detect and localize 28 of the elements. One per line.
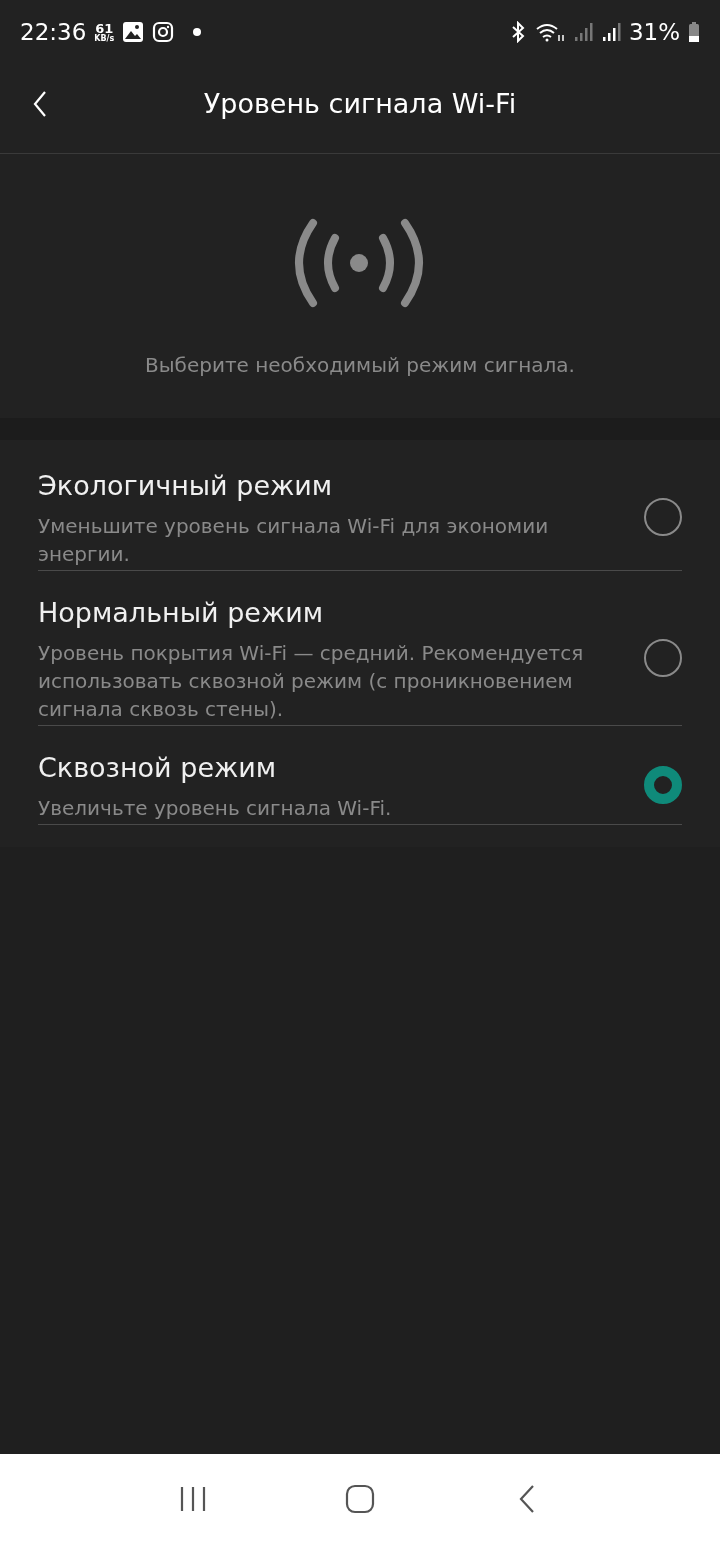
- radio-button[interactable]: [644, 766, 682, 804]
- home-icon: [345, 1484, 375, 1514]
- camera-app-icon: [152, 21, 175, 43]
- mode-option[interactable]: Нормальный режим Уровень покрытия Wi-Fi — средний. Рекомендуется использовать сквозной режим (с проникновением сигнала сквозь стены).: [38, 593, 682, 726]
- mode-option[interactable]: Сквозной режим Увеличьте уровень сигнала Wi-Fi.: [38, 748, 682, 825]
- back-icon: [517, 1484, 536, 1514]
- speed-unit: KB/s: [94, 34, 115, 43]
- mode-title: Экологичный режим: [38, 469, 334, 503]
- status-time: 22:36: [20, 17, 87, 47]
- battery-percent: 31%: [628, 17, 680, 47]
- gallery-icon: [122, 21, 145, 43]
- radio-button[interactable]: [644, 639, 682, 677]
- hint-text: Выберите необходимый режим сигнала.: [145, 352, 575, 379]
- mode-option[interactable]: Экологичный режим Уменьшите уровень сигнала Wi-Fi для экономии энергии.: [38, 466, 682, 571]
- mode-description: Уменьшите уровень сигнала Wi-Fi для экономии энергии.: [38, 513, 550, 568]
- signal-icon: [600, 21, 621, 43]
- mode-description: Увеличьте уровень сигнала Wi-Fi.: [38, 795, 393, 822]
- speed-value: 61: [95, 21, 114, 35]
- dot-icon: [192, 27, 203, 37]
- radio-button[interactable]: [644, 498, 682, 536]
- mode-title: Сквозной режим: [38, 751, 278, 785]
- back-icon: [32, 90, 48, 118]
- battery-icon: [688, 21, 700, 43]
- signal-icon: [572, 21, 593, 43]
- wifi-icon: [534, 21, 565, 43]
- page-title: Уровень сигнала Wi-Fi: [203, 86, 517, 121]
- mode-title: Нормальный режим: [38, 596, 325, 630]
- mode-description: Уровень покрытия Wi-Fi — средний. Рекомендуется использовать сквозной режим (с проникновением сигнала сквозь стены).: [38, 640, 585, 723]
